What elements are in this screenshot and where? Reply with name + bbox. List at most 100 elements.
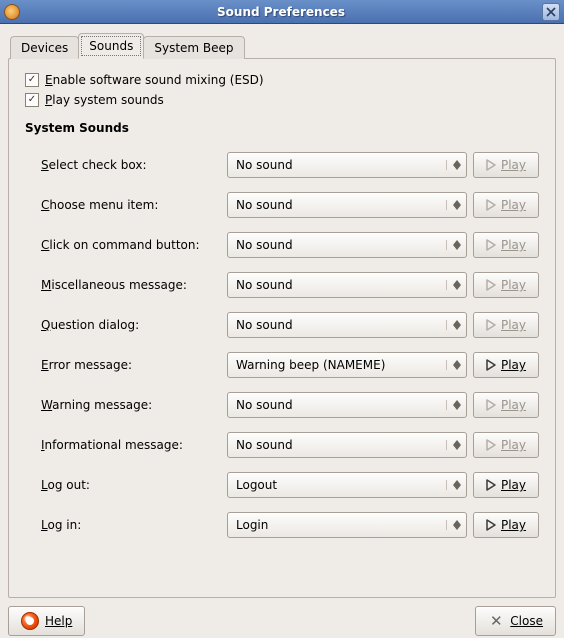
checkbox-label: Play system sounds xyxy=(45,93,164,107)
sound-row-label: Error message: xyxy=(41,358,227,372)
spin-arrows-icon xyxy=(446,280,462,290)
play-button: Play xyxy=(473,232,539,258)
tab-sounds[interactable]: Sounds xyxy=(78,33,144,59)
play-icon xyxy=(486,239,496,251)
play-icon xyxy=(486,319,496,331)
checkbox-enable-esd[interactable] xyxy=(25,73,39,87)
play-button-label: Play xyxy=(501,358,526,372)
checkbox-row-play-system: Play system sounds xyxy=(25,93,539,107)
sound-select[interactable]: No sound xyxy=(227,392,467,418)
play-button-label: Play xyxy=(501,518,526,532)
play-button-label: Play xyxy=(501,398,526,412)
sound-row: Miscellaneous message: No sound Play xyxy=(41,265,539,305)
checkbox-play-system[interactable] xyxy=(25,93,39,107)
sound-row: Click on command button: No sound Play xyxy=(41,225,539,265)
title-bar: Sound Preferences xyxy=(0,0,564,24)
sound-select-value: Warning beep (NAMEME) xyxy=(236,358,446,372)
help-button-label: Help xyxy=(45,614,72,628)
play-icon xyxy=(486,159,496,171)
play-icon xyxy=(486,399,496,411)
sound-select[interactable]: No sound xyxy=(227,192,467,218)
close-button-label: Close xyxy=(510,614,543,628)
sound-select-value: Logout xyxy=(236,478,446,492)
sound-row: Log in:Login Play xyxy=(41,505,539,545)
sound-row: Question dialog: No sound Play xyxy=(41,305,539,345)
spin-arrows-icon xyxy=(446,200,462,210)
play-button-label: Play xyxy=(501,318,526,332)
sound-select[interactable]: No sound xyxy=(227,232,467,258)
play-button-label: Play xyxy=(501,278,526,292)
tabs-container: Devices Sounds System Beep Enable softwa… xyxy=(8,32,556,598)
play-icon xyxy=(486,359,496,371)
sound-table: Select check box:No soundPlayChoose menu… xyxy=(25,145,539,545)
spin-arrows-icon xyxy=(446,360,462,370)
play-button: Play xyxy=(473,432,539,458)
sound-row: Choose menu item: No sound Play xyxy=(41,185,539,225)
sound-select[interactable]: Logout xyxy=(227,472,467,498)
sound-select-value: No sound xyxy=(236,198,446,212)
sound-select[interactable]: No sound xyxy=(227,312,467,338)
play-button-label: Play xyxy=(501,158,526,172)
play-icon xyxy=(486,519,496,531)
sound-row: Error message: Warning beep (NAMEME) Play xyxy=(41,345,539,385)
spin-arrows-icon xyxy=(446,400,462,410)
spin-arrows-icon xyxy=(446,520,462,530)
checkbox-label: Enable software sound mixing (ESD) xyxy=(45,73,264,87)
play-button: Play xyxy=(473,312,539,338)
play-button: Play xyxy=(473,152,539,178)
sound-select[interactable]: No sound xyxy=(227,272,467,298)
sound-row-label: Choose menu item: xyxy=(41,198,227,212)
play-icon xyxy=(486,439,496,451)
play-button: Play xyxy=(473,392,539,418)
sound-select[interactable]: Login xyxy=(227,512,467,538)
sound-select-value: No sound xyxy=(236,278,446,292)
sound-row: Informational message: No sound Play xyxy=(41,425,539,465)
sound-row: Warning message:No sound Play xyxy=(41,385,539,425)
play-button: Play xyxy=(473,192,539,218)
help-icon xyxy=(21,612,39,630)
close-button[interactable]: ✕ Close xyxy=(475,606,556,636)
play-icon xyxy=(486,279,496,291)
section-heading-system-sounds: System Sounds xyxy=(25,121,539,135)
help-button[interactable]: Help xyxy=(8,606,85,636)
play-button[interactable]: Play xyxy=(473,512,539,538)
sound-row-label: Informational message: xyxy=(41,438,227,452)
play-button-label: Play xyxy=(501,198,526,212)
sound-select-value: No sound xyxy=(236,438,446,452)
sound-select[interactable]: No sound xyxy=(227,152,467,178)
sound-select-value: No sound xyxy=(236,318,446,332)
play-icon xyxy=(486,479,496,491)
window-body: Devices Sounds System Beep Enable softwa… xyxy=(0,24,564,638)
play-button[interactable]: Play xyxy=(473,472,539,498)
tab-strip: Devices Sounds System Beep xyxy=(10,32,556,58)
sound-row-label: Log in: xyxy=(41,518,227,532)
spin-arrows-icon xyxy=(446,160,462,170)
dialog-footer: Help ✕ Close xyxy=(8,598,556,636)
tab-system-beep[interactable]: System Beep xyxy=(143,36,244,59)
sound-select-value: No sound xyxy=(236,158,446,172)
window-title: Sound Preferences xyxy=(20,5,542,19)
tab-panel-sounds: Enable software sound mixing (ESD) Play … xyxy=(8,58,556,598)
spin-arrows-icon xyxy=(446,480,462,490)
play-icon xyxy=(486,199,496,211)
sound-select[interactable]: Warning beep (NAMEME) xyxy=(227,352,467,378)
sound-row-label: Log out: xyxy=(41,478,227,492)
sound-row-label: Click on command button: xyxy=(41,238,227,252)
tab-devices[interactable]: Devices xyxy=(10,36,79,59)
sound-row-label: Miscellaneous message: xyxy=(41,278,227,292)
checkbox-row-enable-esd: Enable software sound mixing (ESD) xyxy=(25,73,539,87)
sound-row: Log out: Logout Play xyxy=(41,465,539,505)
spin-arrows-icon xyxy=(446,440,462,450)
spin-arrows-icon xyxy=(446,320,462,330)
sound-row-label: Select check box: xyxy=(41,158,227,172)
sound-select[interactable]: No sound xyxy=(227,432,467,458)
play-button[interactable]: Play xyxy=(473,352,539,378)
sound-select-value: No sound xyxy=(236,238,446,252)
titlebar-close-button[interactable] xyxy=(542,3,560,21)
close-icon: ✕ xyxy=(488,613,504,629)
sound-row-label: Warning message: xyxy=(41,398,227,412)
sound-row-label: Question dialog: xyxy=(41,318,227,332)
spin-arrows-icon xyxy=(446,240,462,250)
play-button-label: Play xyxy=(501,438,526,452)
play-button-label: Play xyxy=(501,238,526,252)
